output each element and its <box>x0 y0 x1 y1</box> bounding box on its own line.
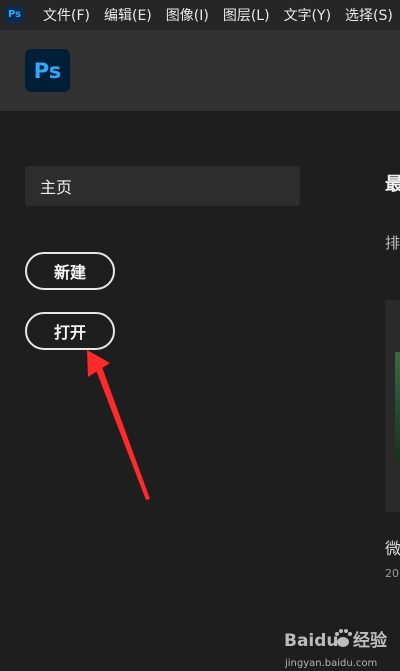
menu-type[interactable]: 文字(Y) <box>284 5 331 25</box>
menu-image[interactable]: 图像(I) <box>166 5 209 25</box>
new-button[interactable]: 新建 <box>25 252 115 290</box>
menu-select[interactable]: 选择(S) <box>345 5 393 25</box>
menu-file[interactable]: 文件(F) <box>43 5 90 25</box>
new-button-label: 新建 <box>53 263 86 282</box>
watermark-brand: Baidu <box>284 631 339 651</box>
menu-items: 文件(F) 编辑(E) 图像(I) 图层(L) 文字(Y) 选择(S) <box>43 0 400 30</box>
sidebar-item-label: 主页 <box>40 178 73 197</box>
open-button[interactable]: 打开 <box>25 312 115 350</box>
recent-file-date: 20 <box>385 567 399 580</box>
photoshop-app-icon[interactable]: Ps <box>5 5 24 24</box>
menu-layer[interactable]: 图层(L) <box>223 5 270 25</box>
baidu-watermark-icon: Baidu 经验 jingyan.baidu.com <box>284 629 388 669</box>
sort-label[interactable]: 排 <box>385 232 400 253</box>
recent-files-title: 最 <box>385 174 400 195</box>
arrow-shaft <box>96 367 150 500</box>
watermark-brand-cn: 经验 <box>353 630 388 651</box>
sidebar-item-home[interactable]: 主页 <box>25 166 300 206</box>
watermark-url: jingyan.baidu.com <box>284 658 377 669</box>
arrow-head <box>87 350 110 377</box>
open-button-label: 打开 <box>53 323 86 342</box>
photoshop-logo-icon: Ps <box>25 49 70 92</box>
menu-edit[interactable]: 编辑(E) <box>104 5 152 25</box>
recent-file-name[interactable]: 微 <box>385 535 400 559</box>
menu-bar: Ps 文件(F) 编辑(E) 图像(I) 图层(L) 文字(Y) 选择(S) <box>0 0 400 30</box>
recent-file-thumbnail[interactable] <box>395 352 400 462</box>
